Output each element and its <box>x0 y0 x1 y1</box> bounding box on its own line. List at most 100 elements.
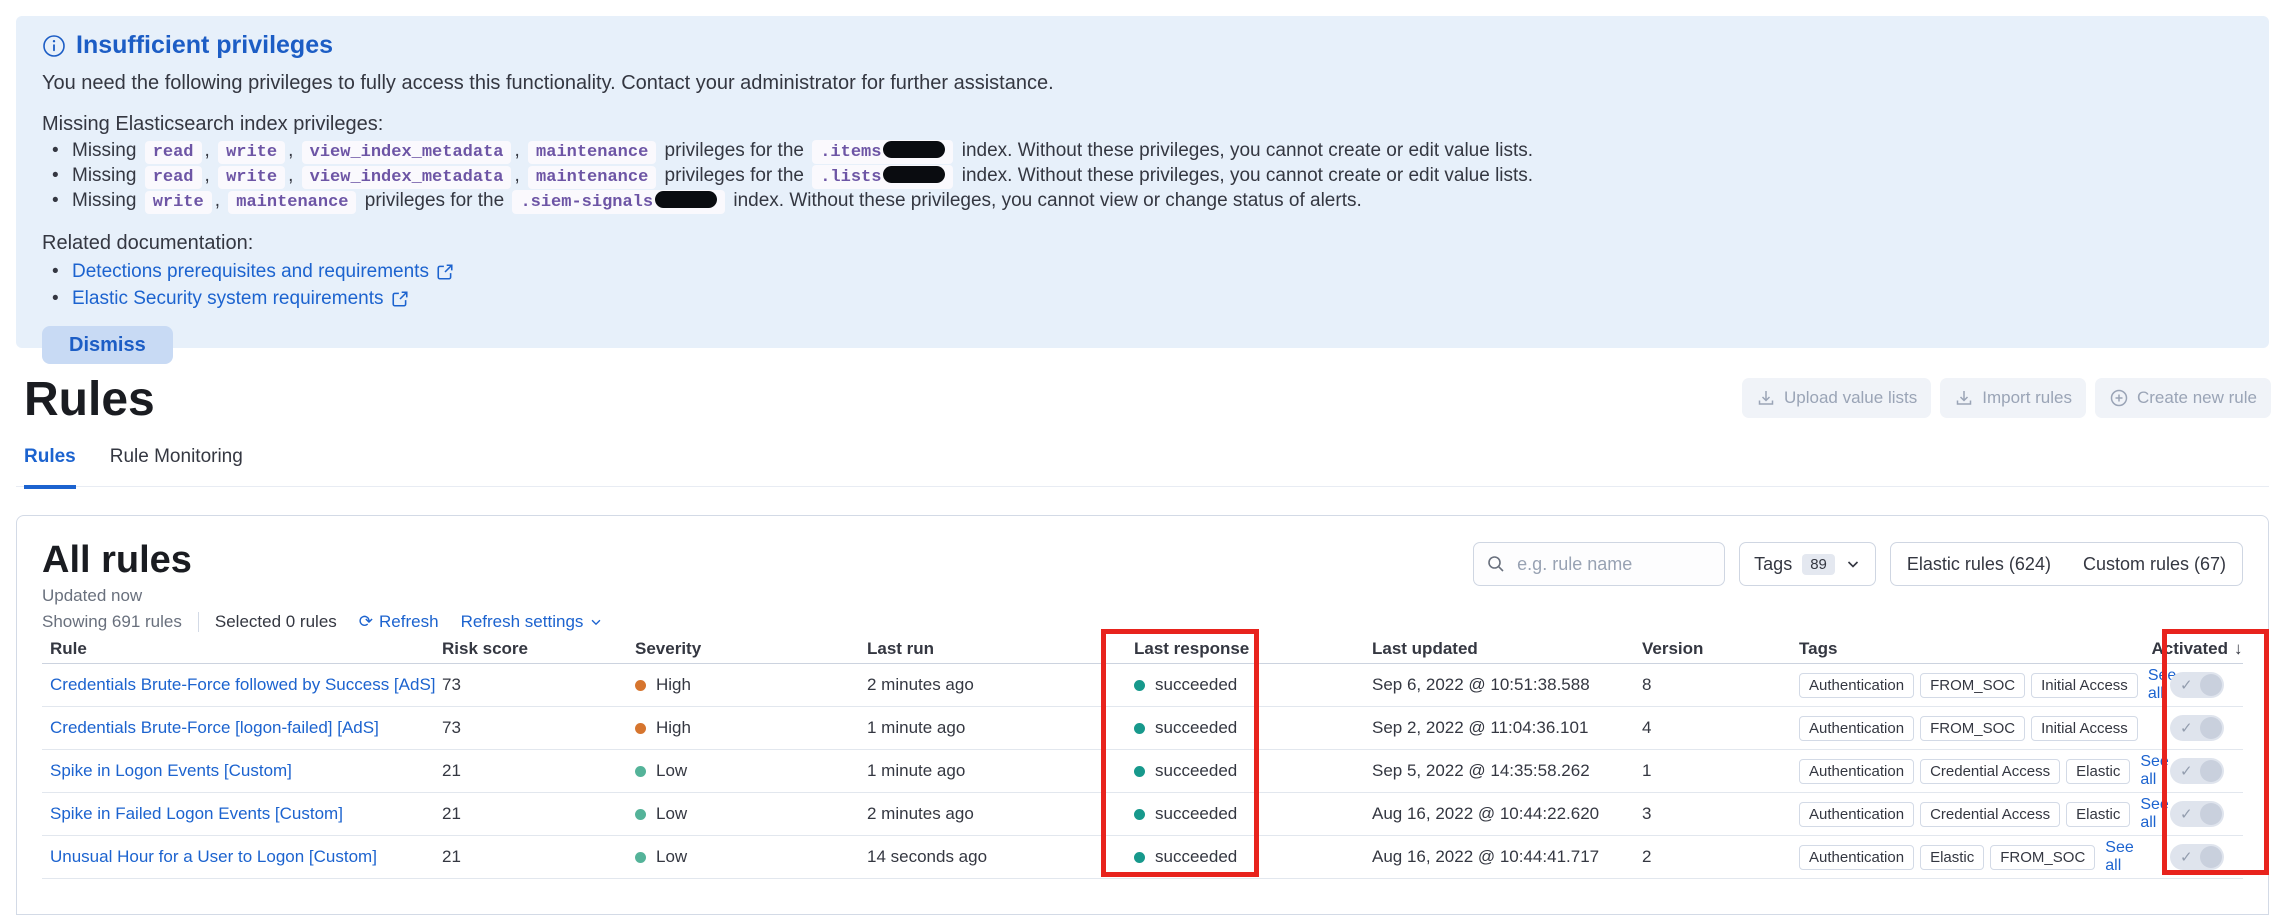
tab-rule-monitoring[interactable]: Rule Monitoring <box>110 446 243 489</box>
severity-dot <box>635 809 646 820</box>
activated-toggle[interactable]: ✓ <box>2170 715 2224 741</box>
version-cell: 4 <box>1634 718 1791 738</box>
column-header-severity[interactable]: Severity <box>627 639 859 659</box>
tabs: Rules Rule Monitoring <box>24 446 243 489</box>
tag-badge: Credential Access <box>1920 802 2060 827</box>
activated-toggle[interactable]: ✓ <box>2170 844 2224 870</box>
severity-cell: High <box>627 718 859 738</box>
missing-privilege-item: Missing read, write, view_index_metadata… <box>42 139 2243 164</box>
create-new-rule-button[interactable]: Create new rule <box>2095 378 2271 418</box>
tabs-divider <box>16 486 2269 487</box>
activated-toggle[interactable]: ✓ <box>2170 672 2224 698</box>
see-all-link[interactable]: See all <box>2105 839 2151 875</box>
tags-count-badge: 89 <box>1802 554 1835 575</box>
related-docs-list: Detections prerequisites and requirement… <box>42 258 2243 312</box>
search-input[interactable] <box>1515 553 1709 576</box>
missing-privilege-item: Missing write, maintenance privileges fo… <box>42 189 2243 214</box>
insufficient-privileges-callout: Insufficient privileges You need the fol… <box>16 16 2269 348</box>
last-updated-cell: Sep 6, 2022 @ 10:51:38.588 <box>1364 675 1634 695</box>
column-header-last-run[interactable]: Last run <box>859 639 1126 659</box>
utility-bar: Showing 691 rules Selected 0 rules ⟳ Ref… <box>42 612 603 632</box>
last-response-cell: succeeded <box>1126 804 1364 824</box>
status-dot <box>1134 809 1145 820</box>
last-run-cell: 1 minute ago <box>859 718 1126 738</box>
search-filter-row: Tags 89 Elastic rules (624) Custom rules… <box>1473 542 2243 586</box>
import-rules-button[interactable]: Import rules <box>1940 378 2086 418</box>
doc-link-system-requirements[interactable]: Elastic Security system requirements <box>72 285 409 312</box>
severity-cell: Low <box>627 804 859 824</box>
activated-toggle[interactable]: ✓ <box>2170 801 2224 827</box>
column-header-last-updated[interactable]: Last updated <box>1364 639 1634 659</box>
doc-link-detections-prerequisites[interactable]: Detections prerequisites and requirement… <box>72 258 454 285</box>
risk-score-cell: 73 <box>434 718 627 738</box>
column-header-risk-score[interactable]: Risk score <box>434 639 627 659</box>
refresh-link[interactable]: ⟳ Refresh <box>359 612 439 632</box>
column-header-activated[interactable]: Activated ↓ <box>2151 639 2243 659</box>
tag-badge: Authentication <box>1799 716 1914 741</box>
tag-badge: Authentication <box>1799 759 1914 784</box>
custom-rules-filter[interactable]: Custom rules (67) <box>2067 554 2242 575</box>
column-header-rule[interactable]: Rule <box>42 639 434 659</box>
activated-toggle[interactable]: ✓ <box>2170 758 2224 784</box>
tag-badge: Authentication <box>1799 802 1914 827</box>
status-dot <box>1134 680 1145 691</box>
status-dot <box>1134 766 1145 777</box>
last-response-cell: succeeded <box>1126 761 1364 781</box>
rule-link[interactable]: Spike in Failed Logon Events [Custom] <box>50 804 343 823</box>
index-name-code: .items <box>812 140 953 164</box>
callout-intro: You need the following privileges to ful… <box>42 71 2243 95</box>
tags-filter-button[interactable]: Tags 89 <box>1739 542 1876 586</box>
related-docs-header: Related documentation: <box>42 231 2243 255</box>
privilege-code: write <box>218 141 285 164</box>
column-header-version[interactable]: Version <box>1634 639 1791 659</box>
last-response-cell: succeeded <box>1126 847 1364 867</box>
upload-value-lists-button[interactable]: Upload value lists <box>1742 378 1931 418</box>
rule-link[interactable]: Credentials Brute-Force [logon-failed] [… <box>50 718 379 737</box>
privilege-code: maintenance <box>528 141 656 164</box>
tag-badge: Initial Access <box>2031 673 2138 698</box>
plus-circle-icon <box>2109 388 2129 408</box>
tags-cell: Authentication Credential Access Elastic… <box>1791 753 2151 789</box>
rule-link[interactable]: Spike in Logon Events [Custom] <box>50 761 292 780</box>
toggle-knob <box>2200 846 2222 868</box>
tab-rules[interactable]: Rules <box>24 446 76 489</box>
privilege-code: maintenance <box>528 166 656 189</box>
activated-cell: ✓ <box>2151 758 2243 784</box>
all-rules-title: All rules <box>42 539 192 582</box>
column-header-tags[interactable]: Tags <box>1791 639 2151 659</box>
toggle-knob <box>2200 674 2222 696</box>
redaction-pill <box>883 141 945 158</box>
refresh-settings-link[interactable]: Refresh settings <box>461 612 604 632</box>
rule-link[interactable]: Credentials Brute-Force followed by Succ… <box>50 675 436 694</box>
redaction-pill <box>655 191 717 208</box>
doc-list-item: Elastic Security system requirements <box>42 285 2243 312</box>
rule-type-filter-group: Elastic rules (624) Custom rules (67) <box>1890 542 2243 586</box>
rule-link[interactable]: Unusual Hour for a User to Logon [Custom… <box>50 847 377 866</box>
check-icon: ✓ <box>2180 721 2193 736</box>
tag-badge: Elastic <box>1920 845 1984 870</box>
severity-cell: Low <box>627 761 859 781</box>
dismiss-button[interactable]: Dismiss <box>42 326 173 364</box>
tag-badge: Initial Access <box>2031 716 2138 741</box>
column-header-last-response[interactable]: Last response <box>1126 639 1364 659</box>
tags-cell: Authentication Elastic FROM_SOC See all <box>1791 839 2151 875</box>
privilege-code: view_index_metadata <box>302 141 512 164</box>
last-response-cell: succeeded <box>1126 675 1364 695</box>
selected-rules-count: Selected 0 rules <box>215 612 337 632</box>
last-updated-cell: Aug 16, 2022 @ 10:44:22.620 <box>1364 804 1634 824</box>
elastic-rules-filter[interactable]: Elastic rules (624) <box>1891 554 2067 575</box>
utility-divider <box>198 612 199 632</box>
updated-status: Updated now <box>42 586 142 606</box>
activated-cell: ✓ <box>2151 844 2243 870</box>
risk-score-cell: 21 <box>434 761 627 781</box>
missing-privileges-list: Missing read, write, view_index_metadata… <box>42 139 2243 214</box>
version-cell: 3 <box>1634 804 1791 824</box>
check-icon: ✓ <box>2180 807 2193 822</box>
chevron-down-icon <box>589 615 603 629</box>
risk-score-cell: 21 <box>434 804 627 824</box>
privilege-code: view_index_metadata <box>302 166 512 189</box>
version-cell: 2 <box>1634 847 1791 867</box>
rule-search-box[interactable] <box>1473 542 1725 586</box>
all-rules-panel: All rules Updated now Tags 89 Elastic ru… <box>16 515 2269 915</box>
table-row: Spike in Logon Events [Custom] 21 Low 1 … <box>42 750 2243 793</box>
